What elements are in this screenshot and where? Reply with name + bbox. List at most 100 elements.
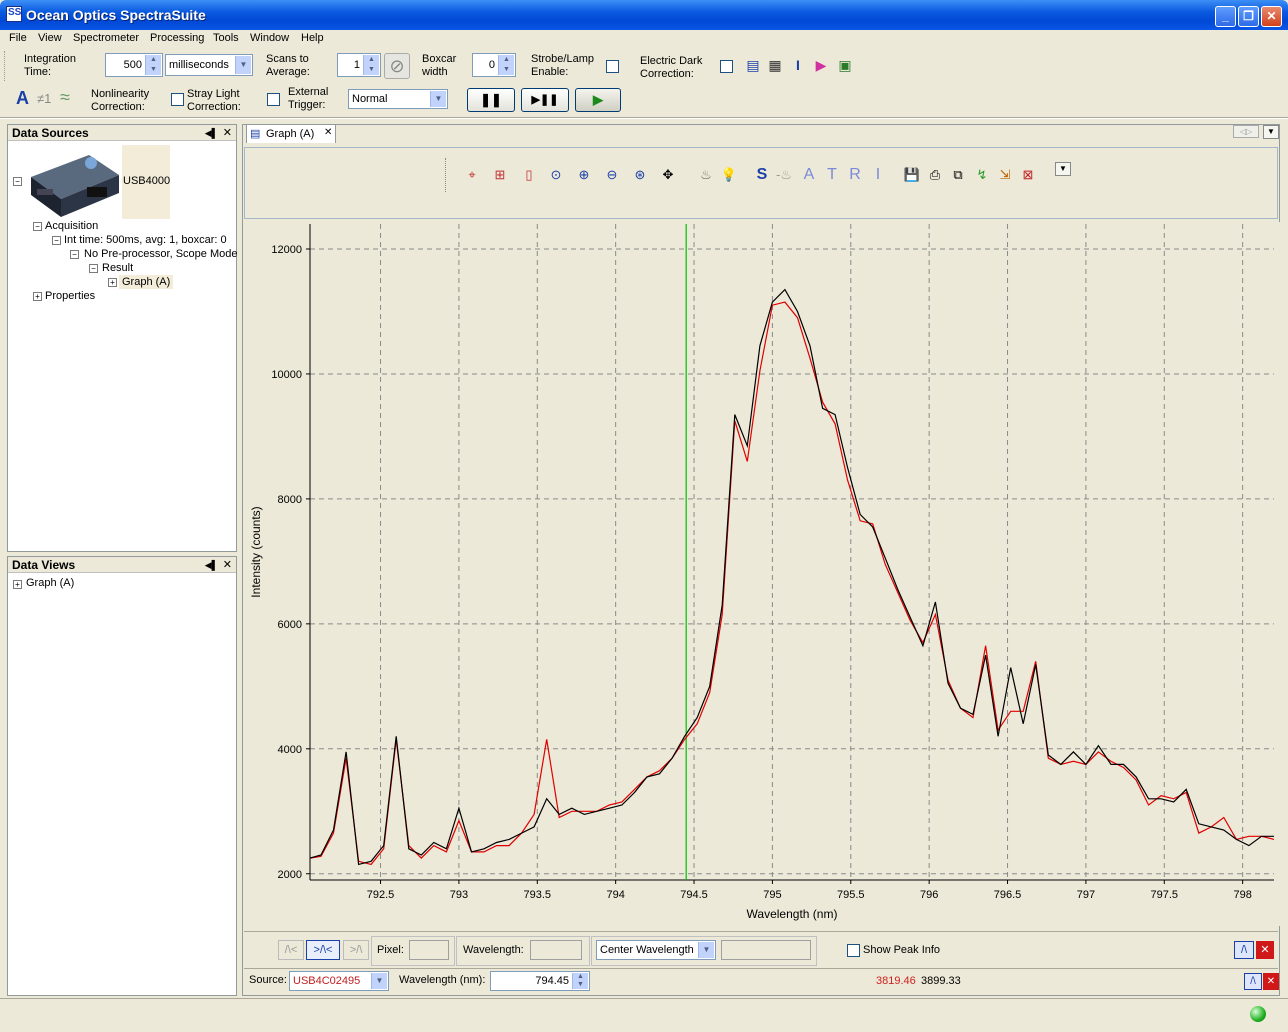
views-graph-a[interactable]: Graph (A) [26,577,74,589]
expand-icon[interactable]: + [13,580,22,589]
nonlinearity-checkbox[interactable] [171,93,184,106]
peak-prev-icon[interactable]: /\< [278,940,304,960]
stray-light-checkbox[interactable] [267,93,280,106]
tab-graph-a[interactable]: ▤ Graph (A) ✕ [246,124,336,143]
close-button[interactable]: ✕ [1261,6,1282,27]
reflection-mode-icon[interactable]: R [846,166,864,184]
center-wavelength-select[interactable]: Center Wavelength ▼ [596,940,716,960]
copy-icon[interactable]: ⧉ [949,166,967,184]
tree-int-time[interactable]: Int time: 500ms, avg: 1, boxcar: 0 [64,234,227,246]
tree-properties[interactable]: Properties [45,290,95,302]
overlay-icon[interactable]: ↯ [973,166,991,184]
integration-time-spinner[interactable]: 500 ▲ ▼ [105,53,163,77]
save-icon[interactable]: 💾 [903,166,921,184]
restore-button[interactable]: ❐ [1238,6,1259,27]
spinner-arrows-icon[interactable]: ▲ ▼ [363,55,379,75]
cursor-peak-icon[interactable]: /\ [1244,973,1262,990]
table-view-icon[interactable]: ▦ [766,56,784,74]
peak-find-icon[interactable]: /\ [1234,941,1254,959]
tab-scroll-icon[interactable]: ◁▷ [1233,125,1259,138]
collapse-icon[interactable]: − [33,222,42,231]
menu-tools[interactable]: Tools [213,32,239,44]
peak-next-icon[interactable]: >/\ [343,940,369,960]
play-button[interactable]: ▶ [575,88,621,112]
lamp-on-icon[interactable]: 💡 [720,166,738,184]
zoom-vertical-icon[interactable]: ▯ [520,166,538,184]
lamp-off-icon[interactable]: ♨ [697,166,715,184]
absorbance-mode-icon[interactable]: A [800,166,818,184]
spectrum-chart[interactable]: 792.5 793 793.5 794 794.5 795 795.5 796 796.5 797… [244,222,1280,926]
peak-center-icon[interactable]: >/\< [306,940,340,960]
device-label[interactable]: USB4000 [123,175,170,187]
scans-to-average-spinner[interactable]: 1 ▲ ▼ [337,53,381,77]
close-peak-icon[interactable]: ✕ [1256,941,1274,959]
menu-view[interactable]: View [38,32,62,44]
zoom-reset-icon[interactable]: ⊛ [631,166,649,184]
stop-averaging-icon[interactable]: ⊘ [384,53,410,79]
not-equal-icon[interactable]: ≠1 [37,91,51,106]
spinner-arrows-icon[interactable]: ▲ ▼ [145,55,161,75]
close-tab-icon[interactable]: ✕ [324,127,332,138]
transmission-mode-icon[interactable]: T [823,166,841,184]
tab-list-icon[interactable]: ▼ [1263,125,1279,139]
pin-icon[interactable]: ◀▌ [205,125,218,141]
tree-preprocessor[interactable]: No Pre-processor, Scope Mode [84,248,237,260]
title-bar[interactable]: SS Ocean Optics SpectraSuite _ ❐ ✕ [0,0,1288,30]
wave-icon[interactable]: ≈ [60,87,70,108]
show-peak-checkbox[interactable] [847,944,860,957]
export-icon[interactable]: ⇲ [996,166,1014,184]
crosshair-icon[interactable]: ⌖ [463,166,481,184]
center-value-field[interactable] [721,940,811,960]
electric-dark-checkbox[interactable] [720,60,733,73]
toolbar-more-icon[interactable]: ▼ [1055,162,1071,176]
overlay-chart-icon[interactable]: ▣ [836,56,854,74]
menu-window[interactable]: Window [250,32,289,44]
zoom-out-icon[interactable]: ⊖ [603,166,621,184]
tree-acquisition[interactable]: Acquisition [45,220,98,232]
source-select[interactable]: USB4C02495 ▼ [289,971,389,991]
graph-view-icon[interactable]: ▤ [744,56,762,74]
collapse-icon[interactable]: − [70,250,79,259]
pixel-field[interactable] [409,940,449,960]
collapse-icon[interactable]: − [89,264,98,273]
irradiance-mode-icon[interactable]: I [869,166,887,184]
close-panel-icon[interactable]: ✕ [223,557,232,573]
collapse-icon[interactable]: − [13,177,22,186]
print-icon[interactable]: ⎙ [926,166,944,184]
close-cursor-icon[interactable]: ✕ [1263,973,1279,990]
zoom-box-icon[interactable]: ⊞ [491,166,509,184]
expand-icon[interactable]: + [33,292,42,301]
trigger-mode-select[interactable]: Normal ▼ [348,89,448,109]
scope-mode-icon[interactable]: S [753,166,771,184]
menu-spectrometer[interactable]: Spectrometer [73,32,139,44]
spinner-arrows-icon[interactable]: ▲ ▼ [498,55,514,75]
zoom-in-icon[interactable]: ⊕ [575,166,593,184]
menu-help[interactable]: Help [301,32,324,44]
wavelength-field[interactable] [530,940,582,960]
integration-unit-select[interactable]: milliseconds ▼ [165,54,253,76]
chart-background [244,222,1280,926]
spinner-arrows-icon[interactable]: ▲ ▼ [572,973,588,989]
minimize-button[interactable]: _ [1215,6,1236,27]
menu-file[interactable]: File [9,32,27,44]
x-tick-label: 797 [1077,889,1095,901]
pause-button[interactable]: ❚❚ [467,88,515,112]
text-cursor-icon[interactable]: I [789,56,807,74]
single-step-button[interactable]: ▶❚❚ [521,88,569,112]
delete-overlay-icon[interactable]: ⊠ [1019,166,1037,184]
tree-graph-a[interactable]: Graph (A) [119,275,174,289]
zoom-fit-icon[interactable]: ⊙ [547,166,565,184]
strobe-lamp-checkbox[interactable] [606,60,619,73]
close-panel-icon[interactable]: ✕ [223,125,232,141]
wavelength-calibration-icon[interactable]: A [16,88,29,109]
tree-result[interactable]: Result [102,262,133,274]
collapse-icon[interactable]: − [52,236,61,245]
wavelength-nm-spinner[interactable]: 794.45 ▲ ▼ [490,971,590,991]
pan-icon[interactable]: ✥ [659,166,677,184]
boxcar-width-spinner[interactable]: 0 ▲ ▼ [472,53,516,77]
color-spectrum-icon[interactable]: ▶ [812,56,830,74]
dark-lamp-icon[interactable]: -♨ [775,166,793,184]
pin-icon[interactable]: ◀▌ [205,557,218,573]
menu-processing[interactable]: Processing [150,32,204,44]
expand-icon[interactable]: + [108,278,117,287]
